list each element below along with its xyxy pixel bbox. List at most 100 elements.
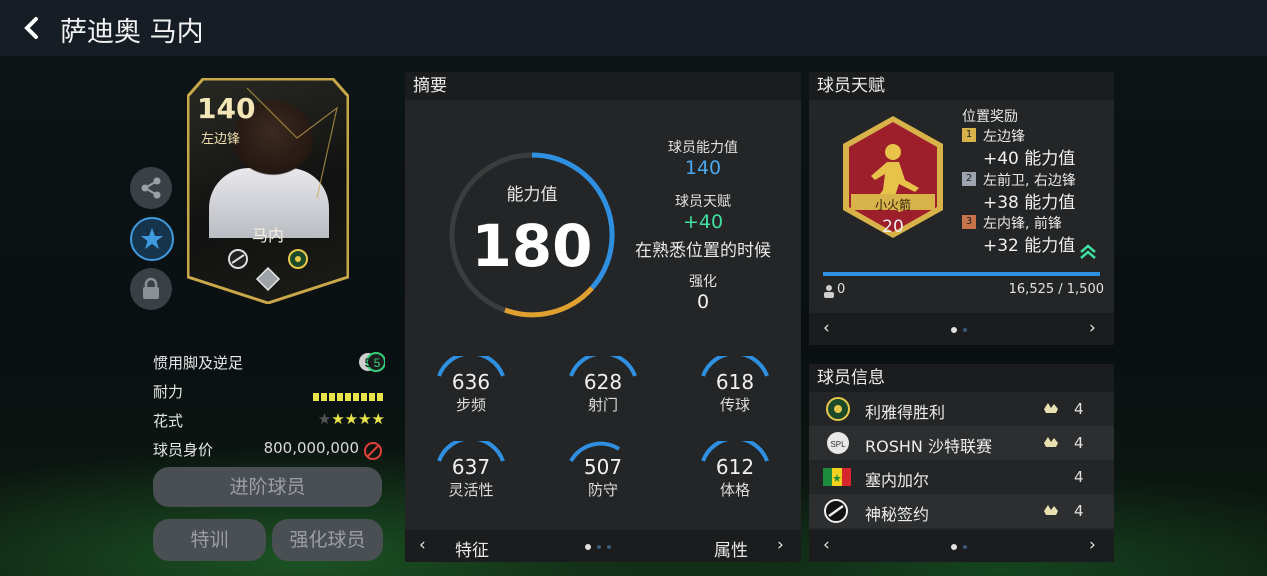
market-value-row: 球员身价 800,000,000 bbox=[153, 437, 385, 466]
svg-text:5: 5 bbox=[374, 356, 381, 370]
attribute-value: 507 bbox=[583, 455, 623, 479]
attribute-name: 灵活性 bbox=[448, 481, 494, 499]
attribute-value: 612 bbox=[715, 455, 755, 479]
stat-label: 耐力 bbox=[153, 383, 184, 401]
back-icon[interactable] bbox=[20, 14, 44, 42]
foot-badge: 55 bbox=[359, 350, 386, 378]
info-nav-bar: ‹ › bbox=[809, 530, 1114, 562]
enhance-player-button[interactable]: 强化球员 bbox=[272, 519, 383, 561]
advance-player-button[interactable]: 进阶球员 bbox=[153, 467, 382, 507]
prev-arrow-icon[interactable]: ‹ bbox=[823, 535, 830, 555]
chemistry-icon bbox=[1044, 505, 1058, 515]
stamina-row: 耐力 bbox=[153, 379, 385, 408]
talent-progress-bar bbox=[823, 272, 1100, 276]
skill-moves-row: 花式 ★★★★★ bbox=[153, 408, 385, 437]
weak-foot-row: 惯用脚及逆足 55 bbox=[153, 350, 386, 379]
enhance-label: 强化 bbox=[689, 274, 717, 290]
attribute-passing: 618 传球 bbox=[695, 351, 775, 414]
chemistry-icon bbox=[1044, 437, 1058, 447]
share-button[interactable] bbox=[130, 167, 172, 209]
league-logo-icon: SPL bbox=[827, 432, 849, 454]
skill-stars: ★★★★★ bbox=[317, 410, 385, 428]
summary-panel: 摘要 能力值 180 球员能力值 140 球员天赋 +40 在熟悉位置的时候 强… bbox=[405, 72, 801, 562]
attribute-name: 传球 bbox=[719, 396, 750, 414]
talent-value: +40 bbox=[682, 211, 724, 233]
talent-label: 球员天赋 bbox=[675, 194, 731, 210]
info-count: 4 bbox=[1074, 502, 1084, 520]
player-info-panel: 球员信息 利雅得胜利 4 SPL ROSHN 沙特联赛 4 塞内加尔 4 神秘签… bbox=[809, 364, 1114, 562]
attribute-value: 636 bbox=[451, 370, 491, 394]
overall-value: 180 bbox=[471, 212, 593, 280]
prev-arrow-icon[interactable]: ‹ bbox=[823, 318, 830, 338]
summary-nav-bar: ‹ 特征 属性 › bbox=[405, 530, 801, 562]
svg-text:5: 5 bbox=[365, 356, 372, 370]
next-arrow-icon[interactable]: › bbox=[1089, 318, 1096, 338]
attribute-name: 步频 bbox=[455, 396, 486, 414]
bonus-row: 2 左前卫, 右边锋 +38 能力值 bbox=[962, 170, 1112, 213]
info-text: 神秘签约 bbox=[865, 505, 930, 524]
nav-traits[interactable]: 特征 bbox=[455, 536, 489, 561]
svg-text:SPL: SPL bbox=[830, 440, 846, 449]
stamina-bar bbox=[313, 387, 385, 405]
attribute-value: 628 bbox=[583, 370, 623, 394]
info-row-league[interactable]: SPL ROSHN 沙特联赛 4 bbox=[809, 426, 1114, 460]
info-row-signing[interactable]: 神秘签约 4 bbox=[809, 494, 1114, 528]
prev-arrow-icon[interactable]: ‹ bbox=[419, 535, 426, 555]
xp-total: 16,525 / 1,500 bbox=[1008, 282, 1104, 297]
attribute-value: 637 bbox=[451, 455, 491, 479]
attribute-name: 体格 bbox=[719, 481, 750, 499]
senegal-flag-icon bbox=[823, 468, 851, 486]
attribute-pace: 636 步频 bbox=[431, 351, 511, 414]
card-gold-frame bbox=[187, 78, 349, 304]
xp-current: 0 bbox=[837, 282, 846, 297]
info-text: ROSHN 沙特联赛 bbox=[865, 437, 992, 456]
trainer-icon bbox=[824, 285, 834, 298]
talent-panel: 球员天赋 小火箭 20 位置奖励 1 左边锋 +40 能力值 2 左前卫, 右边… bbox=[809, 72, 1114, 345]
lock-icon bbox=[143, 277, 159, 299]
ability-label: 球员能力值 bbox=[668, 140, 738, 156]
next-arrow-icon[interactable]: › bbox=[777, 535, 784, 555]
info-text: 利雅得胜利 bbox=[865, 403, 946, 422]
rank-badge: 1 bbox=[962, 128, 976, 142]
ability-value: 140 bbox=[684, 157, 722, 179]
info-row-nation[interactable]: 塞内加尔 4 bbox=[809, 460, 1114, 494]
top-bar: 萨迪奥 马内 bbox=[0, 0, 1267, 56]
bonus-value: +38 能力值 bbox=[983, 193, 1076, 213]
club-crest-icon bbox=[826, 397, 850, 421]
bonus-positions: 左前卫, 右边锋 bbox=[983, 173, 1076, 189]
nav-attributes[interactable]: 属性 bbox=[714, 536, 748, 561]
info-text: 塞内加尔 bbox=[865, 471, 930, 490]
attribute-value: 618 bbox=[715, 370, 755, 394]
lock-button[interactable] bbox=[130, 268, 172, 310]
train-button[interactable]: 特训 bbox=[153, 519, 266, 561]
attribute-name: 射门 bbox=[587, 396, 618, 414]
bonus-row: 1 左边锋 +40 能力值 bbox=[962, 126, 1112, 169]
enhance-value: 0 bbox=[696, 291, 710, 313]
bonus-title: 位置奖励 bbox=[962, 109, 1018, 125]
next-arrow-icon[interactable]: › bbox=[1089, 535, 1096, 555]
left-stats: 惯用脚及逆足 55 耐力 花式 ★★★★★ 球员身价 800,000,000 bbox=[153, 350, 386, 466]
bonus-positions: 左内锋, 前锋 bbox=[983, 216, 1062, 232]
no-trade-icon bbox=[364, 442, 382, 460]
info-title: 球员信息 bbox=[809, 364, 1114, 392]
talent-badge-level: 20 bbox=[882, 217, 904, 237]
stat-label: 惯用脚及逆足 bbox=[153, 354, 244, 372]
summary-title: 摘要 bbox=[405, 72, 801, 100]
info-count: 4 bbox=[1074, 400, 1084, 418]
page-dots bbox=[585, 544, 611, 550]
page-dots bbox=[951, 544, 967, 550]
talent-title: 球员天赋 bbox=[809, 72, 1114, 100]
info-row-club[interactable]: 利雅得胜利 4 bbox=[809, 392, 1114, 426]
market-value: 800,000,000 bbox=[263, 439, 359, 457]
bonus-positions: 左边锋 bbox=[983, 129, 1025, 145]
mystery-signing-icon bbox=[824, 499, 848, 523]
stat-label: 花式 bbox=[153, 412, 184, 430]
level-up-icon bbox=[1080, 244, 1096, 259]
attribute-defending: 507 防守 bbox=[563, 441, 643, 499]
page-title: 萨迪奥 马内 bbox=[60, 17, 204, 48]
overall-label: 能力值 bbox=[506, 185, 558, 205]
talent-badge-name: 小火箭 bbox=[874, 198, 911, 212]
favorite-button[interactable] bbox=[130, 217, 174, 261]
page-dots bbox=[951, 327, 967, 333]
star-icon bbox=[141, 228, 163, 249]
